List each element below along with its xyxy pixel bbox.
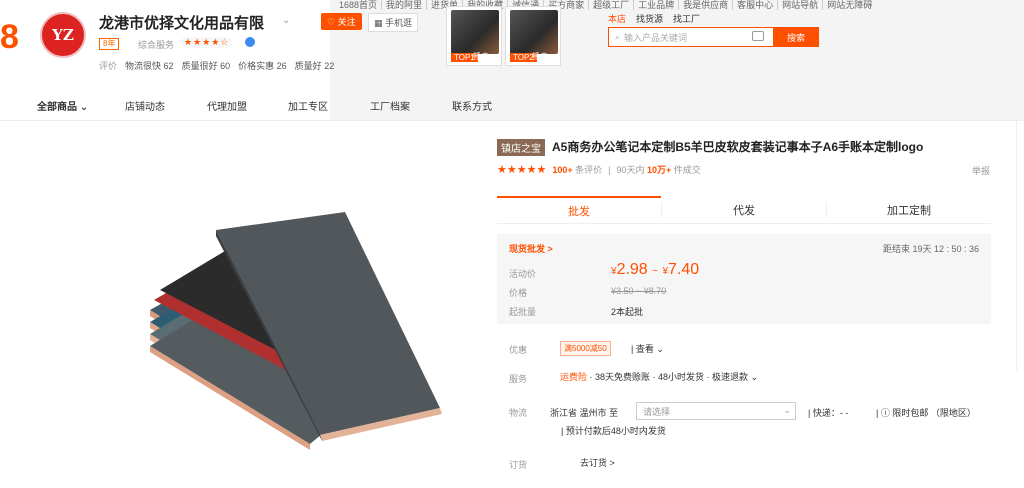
tab-wholesale[interactable]: 批发	[497, 196, 661, 223]
service-info[interactable]: 运费险 · 38天免费赊账 · 48小时发货 · 极速退款 ⌄	[560, 370, 758, 383]
shop-scores: 评价 物流很快 62 质量很好 60 价格实惠 26 质量好 22	[99, 59, 334, 72]
destination-select[interactable]: 请选择 ⌄	[636, 402, 796, 420]
order-label: 订货	[509, 460, 528, 470]
limit-free-shipping: | ⓘ 限时包邮 （限地区）	[876, 408, 976, 418]
divider	[0, 120, 1024, 121]
original-price: ¥3.50 ~ ¥8.70	[611, 286, 667, 296]
product-thumbnail	[510, 10, 558, 54]
view-coupons-link[interactable]: | 查看 ⌄	[631, 342, 664, 355]
verified-icon	[245, 37, 255, 47]
tab-custom[interactable]: 加工定制	[827, 196, 991, 223]
shop-nav-factory[interactable]: 工厂档案	[370, 98, 410, 113]
score-label: 评价	[99, 61, 118, 71]
treasure-badge: 镇店之宝	[497, 139, 545, 156]
chevron-down-icon[interactable]: ⌄	[282, 15, 290, 26]
topnav-home[interactable]: 1688首页	[335, 0, 383, 10]
shop-logo[interactable]: YZ	[40, 12, 86, 58]
mobile-shop-button[interactable]: ▦ 手机逛	[368, 13, 419, 32]
score-item: 质量好 22	[294, 61, 335, 71]
shop-nav-all[interactable]: 全部商品 ⌄	[37, 98, 88, 113]
topnav-accessibility[interactable]: 网站无障碍	[823, 0, 876, 10]
purchase-tabs: 批发 代发 加工定制	[497, 196, 991, 224]
top-product-1[interactable]: TOP1 畅卖	[446, 6, 502, 66]
topnav-factory[interactable]: 超级工厂	[589, 0, 635, 10]
product-image[interactable]	[120, 150, 450, 470]
product-thumbnail	[451, 10, 499, 54]
express-fee: | 快递：- -	[808, 408, 849, 418]
search-button[interactable]: 搜索	[773, 27, 819, 47]
delivery-time: | 预计付款后48小时内发货	[561, 426, 666, 436]
product-rating-row: ★★★★★ 100+ 条评价 | 90天内 10万+ 件成交	[497, 164, 701, 176]
years-badge: 8年	[99, 38, 120, 50]
order-link[interactable]: 去订货 >	[580, 456, 615, 469]
top-text: 畅卖	[532, 52, 548, 61]
score-item: 价格实惠 26	[238, 61, 287, 71]
search-input[interactable]: ⌕ 输入产品关键词	[608, 27, 774, 47]
promo-label: 优惠	[509, 345, 528, 355]
search-tabs: 本店 找货源 找工厂	[608, 12, 700, 25]
spot-deal-link[interactable]: 现货批发 >	[509, 242, 553, 255]
search-tab-factory[interactable]: 找工厂	[673, 12, 700, 25]
top-text: 畅卖	[473, 52, 489, 61]
topnav-supplier[interactable]: 我是供应商	[679, 0, 734, 10]
report-link[interactable]: 举报	[972, 164, 990, 177]
top-nav: 1688首页 我的阿里 进货单 我的收藏 诚信通 买方商家 超级工厂 工业品牌 …	[335, 0, 876, 10]
ship-from: 浙江省 温州市 至	[550, 408, 619, 418]
top-product-2[interactable]: TOP2 畅卖	[505, 6, 561, 66]
freight-insurance[interactable]: 运费险	[560, 372, 587, 382]
review-count[interactable]: 100+	[552, 165, 572, 175]
topnav-sitemap[interactable]: 网站导航	[778, 0, 824, 10]
search-icon: ⌕	[615, 31, 621, 42]
brand-logo-partial: 8	[0, 18, 19, 56]
shop-nav-processing[interactable]: 加工专区	[288, 98, 328, 113]
activity-price-label: 活动价	[509, 269, 537, 279]
price-panel: 现货批发 > 距结束 19天 12 : 50 : 36 活动价 ¥2.98 ~ …	[497, 234, 991, 324]
shop-rating-stars: ★★★★☆	[181, 37, 233, 48]
topnav-service[interactable]: 客服中心	[733, 0, 779, 10]
right-divider	[1016, 120, 1017, 370]
service-row-label: 服务	[509, 374, 528, 384]
shop-nav-news[interactable]: 店铺动态	[125, 98, 165, 113]
topnav-industrial[interactable]: 工业品牌	[634, 0, 680, 10]
shop-nav: 全部商品 ⌄ 店铺动态 代理加盟 加工专区 工厂档案 联系方式	[0, 90, 492, 120]
topnav-my-ali[interactable]: 我的阿里	[382, 0, 428, 10]
follow-button[interactable]: ♡ 关注	[321, 13, 362, 30]
product-stars: ★★★★★	[497, 164, 547, 176]
activity-price: ¥2.98 ~ ¥7.40	[611, 261, 700, 278]
chevron-down-icon: ⌄	[783, 405, 791, 415]
shop-nav-contact[interactable]: 联系方式	[452, 98, 492, 113]
camera-icon[interactable]	[752, 31, 764, 41]
logistics-label: 物流	[509, 408, 528, 418]
coupon-badge[interactable]: 满5000减50	[560, 341, 611, 356]
search-tab-source[interactable]: 找货源	[636, 12, 663, 25]
score-item: 质量很好 60	[181, 61, 231, 71]
shop-name[interactable]: 龙港市优择文化用品有限	[99, 12, 264, 33]
sales-count: 10万+	[647, 165, 672, 175]
countdown: 距结束 19天 12 : 50 : 36	[882, 244, 979, 254]
shop-nav-agent[interactable]: 代理加盟	[207, 98, 247, 113]
search-tab-store[interactable]: 本店	[608, 12, 626, 25]
moq-label: 起批量	[509, 307, 537, 317]
score-item: 物流很快 62	[125, 61, 174, 71]
tab-dropship[interactable]: 代发	[662, 196, 826, 223]
service-label: 综合服务	[138, 40, 175, 50]
search-placeholder: 输入产品关键词	[624, 32, 688, 43]
product-title: A5商务办公笔记本定制B5羊巴皮软皮套装记事本子A6手账本定制logo	[552, 140, 924, 154]
price-label: 价格	[509, 288, 528, 298]
moq-value: 2本起批	[611, 307, 644, 317]
